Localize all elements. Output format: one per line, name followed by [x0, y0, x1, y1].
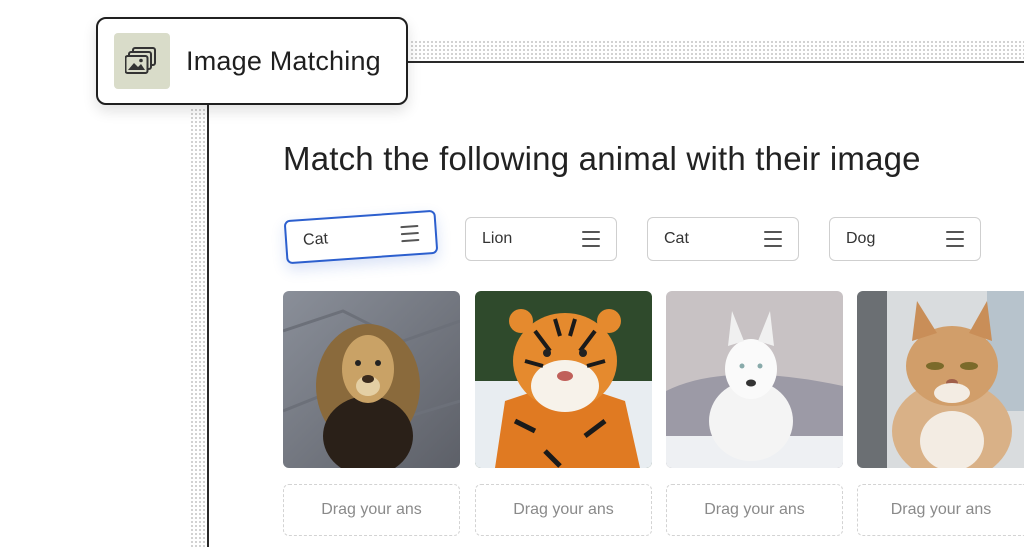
image-tiger [475, 291, 652, 468]
image-cat [857, 291, 1024, 468]
option-chip-cat[interactable]: Cat [647, 217, 799, 261]
drag-handle-icon[interactable] [582, 231, 600, 247]
option-chip-dog[interactable]: Dog [829, 217, 981, 261]
option-chip-lion[interactable]: Lion [465, 217, 617, 261]
question-heading: Match the following animal with their im… [283, 140, 921, 177]
option-label: Cat [302, 230, 329, 250]
option-label: Dog [846, 230, 876, 247]
drag-handle-icon[interactable] [400, 224, 420, 243]
dotted-pattern-left [190, 108, 208, 547]
drag-handle-icon[interactable] [946, 231, 964, 247]
drop-zone-4[interactable]: Drag your ans [857, 484, 1024, 536]
dotted-pattern-top [410, 40, 1024, 62]
drop-zone-3[interactable]: Drag your ans [666, 484, 843, 536]
image-lion [283, 291, 460, 468]
frame-line-vertical [207, 62, 209, 547]
drop-zone-1[interactable]: Drag your ans [283, 484, 460, 536]
image-gallery-icon [114, 33, 170, 89]
image-white-dog [666, 291, 843, 468]
option-label: Cat [664, 230, 689, 247]
drag-handle-icon[interactable] [764, 231, 782, 247]
drop-zone-2[interactable]: Drag your ans [475, 484, 652, 536]
card-title: Image Matching [186, 45, 381, 76]
title-card: Image Matching [96, 17, 408, 105]
option-label: Lion [482, 230, 513, 247]
